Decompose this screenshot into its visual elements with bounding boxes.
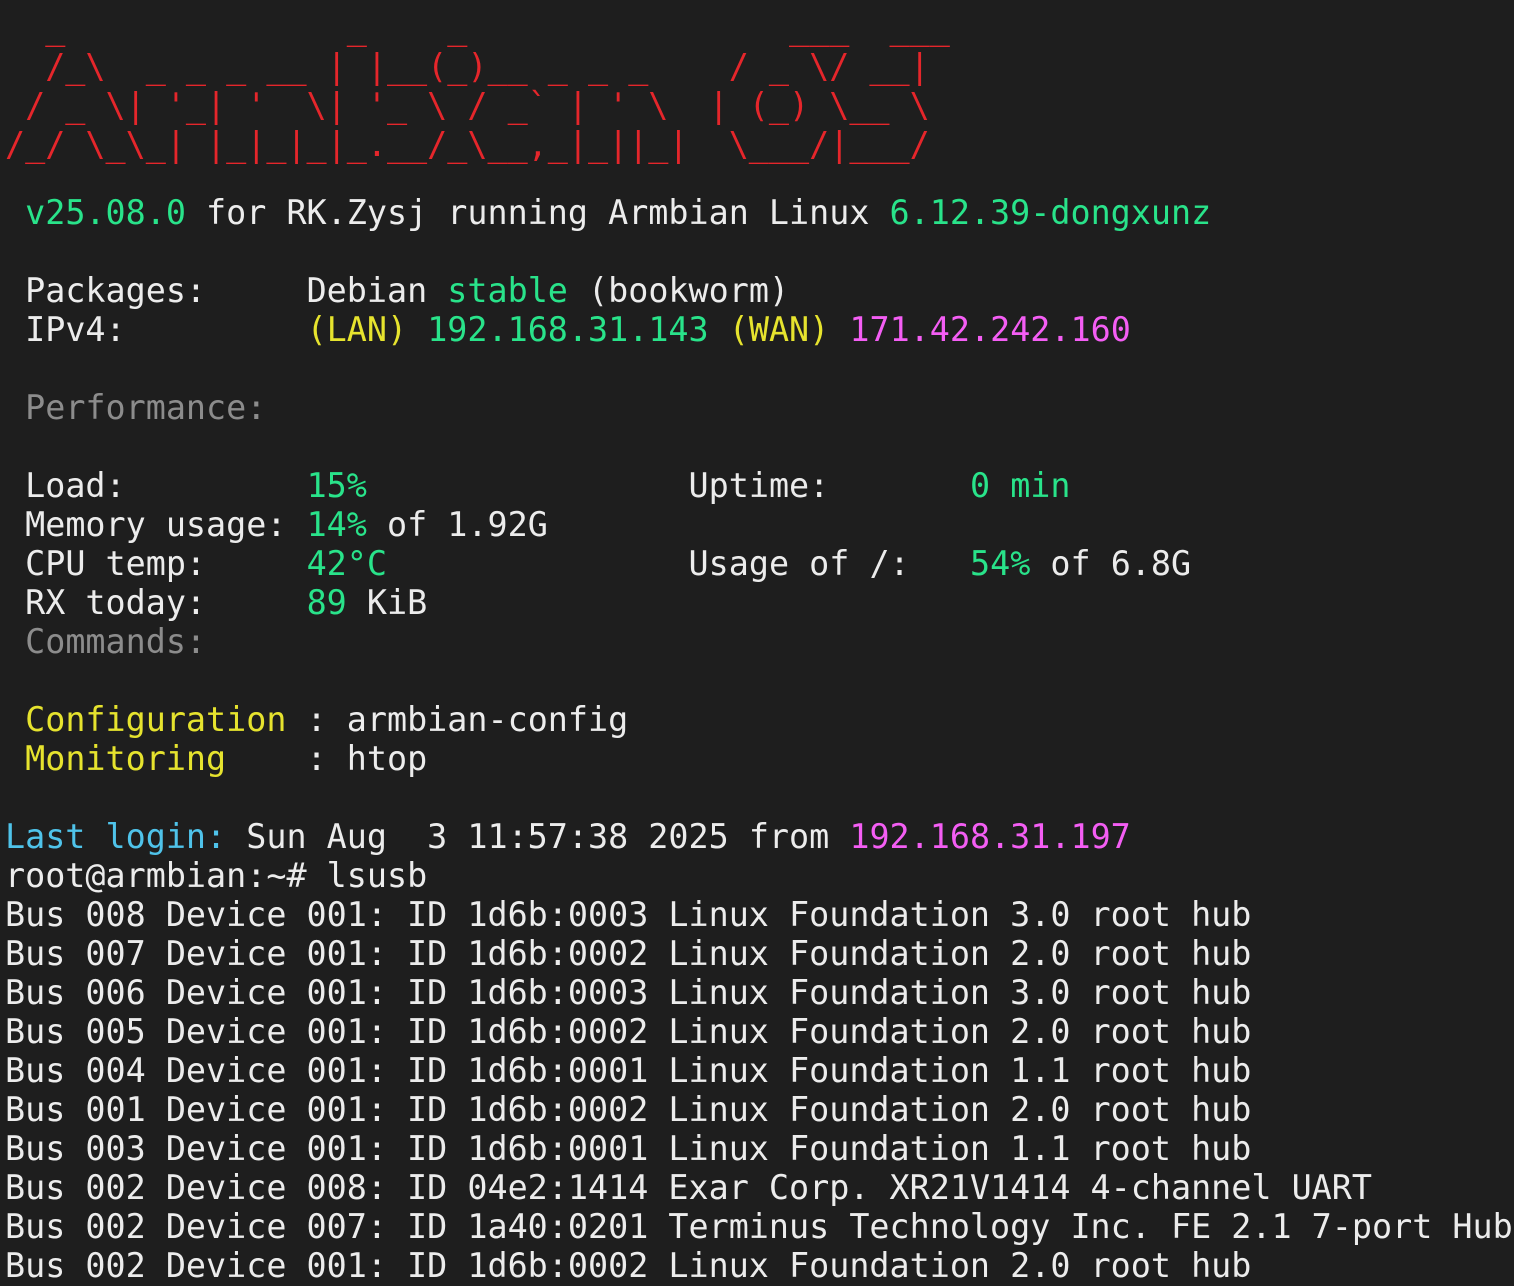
load-value: 15% xyxy=(306,466,367,505)
last-login-label: Last login: xyxy=(5,817,227,856)
cpu-temp-label: CPU temp: xyxy=(25,544,307,583)
shell-prompt: root@armbian:~# xyxy=(5,856,327,895)
usb-device-line: Bus 006 Device 001: ID 1d6b:0003 Linux F… xyxy=(5,973,1252,1012)
packages-line: Packages: Debian stable (bookworm) xyxy=(5,271,789,310)
configuration-command: armbian-config xyxy=(346,700,629,739)
shell-prompt-line[interactable]: root@armbian:~# lsusb xyxy=(5,856,427,895)
monitoring-label: Monitoring xyxy=(25,739,287,778)
configuration-line: Configuration : armbian-config xyxy=(5,700,628,739)
commands-heading: Commands: xyxy=(5,622,206,661)
usb-device-line: Bus 005 Device 001: ID 1d6b:0002 Linux F… xyxy=(5,1012,1252,1051)
wan-ip: 171.42.242.160 xyxy=(849,310,1131,349)
memory-total: of 1.92G xyxy=(366,505,548,544)
packages-label: Packages: xyxy=(25,271,307,310)
disk-usage-value: 54% xyxy=(969,544,1031,583)
load-uptime-line: Load: 15% Uptime: 0 min xyxy=(5,466,1071,505)
usb-device-line: Bus 002 Device 007: ID 1a40:0201 Terminu… xyxy=(5,1207,1513,1246)
wan-tag: (WAN) xyxy=(708,310,850,349)
commands-heading-text: Commands: xyxy=(25,622,207,661)
ipv4-line: IPv4: (LAN) 192.168.31.143 (WAN) 171.42.… xyxy=(5,310,1131,349)
packages-codename: (bookworm) xyxy=(567,271,790,310)
last-login-line: Last login: Sun Aug 3 11:57:38 2025 from… xyxy=(5,817,1131,856)
cpu-disk-line: CPU temp: 42°C Usage of /: 54% of 6.8G xyxy=(5,544,1191,583)
lan-tag: (LAN) xyxy=(306,310,428,349)
packages-dist: Debian xyxy=(306,271,448,310)
rx-label: RX today: xyxy=(25,583,307,622)
usb-device-line: Bus 002 Device 001: ID 1d6b:0002 Linux F… xyxy=(5,1246,1252,1285)
usb-device-line: Bus 007 Device 001: ID 1d6b:0002 Linux F… xyxy=(5,934,1252,973)
kernel-version: 6.12.39-dongxunz xyxy=(889,193,1212,232)
cpu-pad xyxy=(387,544,689,583)
disk-total: of 6.8G xyxy=(1030,544,1192,583)
logo-line: _ _ _ ___ ___ xyxy=(5,8,970,47)
disk-usage-label: Usage of /: xyxy=(688,544,970,583)
version-number: v25.08.0 xyxy=(25,193,186,232)
terminal-window[interactable]: _ _ _ ___ ___ /_\ _ _ _ __ | |__(_)__ _ … xyxy=(5,0,1514,1286)
usb-device-line: Bus 004 Device 001: ID 1d6b:0001 Linux F… xyxy=(5,1051,1252,1090)
last-login-ip: 192.168.31.197 xyxy=(849,817,1131,856)
cpu-temp-value: 42°C xyxy=(306,544,387,583)
memory-label: Memory usage: xyxy=(25,505,307,544)
logo-line: / _ \| '_| ' \| '_ \ / _` | ' \ | (_) \_… xyxy=(5,86,930,125)
monitoring-command: htop xyxy=(346,739,428,778)
lan-ip: 192.168.31.143 xyxy=(427,310,709,349)
version-line: v25.08.0 for RK.Zysj running Armbian Lin… xyxy=(5,193,1211,232)
usb-device-line: Bus 002 Device 008: ID 04e2:1414 Exar Co… xyxy=(5,1168,1372,1207)
monitoring-separator: : xyxy=(286,739,347,778)
configuration-separator: : xyxy=(286,700,347,739)
usb-device-line: Bus 001 Device 001: ID 1d6b:0002 Linux F… xyxy=(5,1090,1252,1129)
uptime-label: Uptime: xyxy=(688,466,970,505)
memory-line: Memory usage: 14% of 1.92G xyxy=(5,505,548,544)
usb-device-line: Bus 003 Device 001: ID 1d6b:0001 Linux F… xyxy=(5,1129,1252,1168)
last-login-time: Sun Aug 3 11:57:38 2025 from xyxy=(226,817,850,856)
logo-line: /_\ _ _ _ __ | |__(_)__ _ _ _ / _ \/ __| xyxy=(5,47,930,86)
rx-value: 89 xyxy=(306,583,347,622)
uptime-value: 0 min xyxy=(969,466,1071,505)
version-description: for RK.Zysj running Armbian Linux xyxy=(185,193,890,232)
performance-heading-text: Performance: xyxy=(25,388,267,427)
load-label: Load: xyxy=(25,466,307,505)
performance-heading: Performance: xyxy=(5,388,266,427)
memory-value: 14% xyxy=(306,505,367,544)
configuration-label: Configuration xyxy=(25,700,287,739)
rx-unit: KiB xyxy=(346,583,428,622)
ipv4-label: IPv4: xyxy=(25,310,307,349)
monitoring-line: Monitoring : htop xyxy=(5,739,427,778)
typed-command: lsusb xyxy=(326,856,428,895)
packages-branch: stable xyxy=(447,271,568,310)
load-pad xyxy=(367,466,689,505)
rx-line: RX today: 89 KiB xyxy=(5,583,427,622)
logo-line: /_/ \_\_| |_|_|_|_.__/_\__,_|_||_| \___/… xyxy=(5,125,930,164)
usb-device-line: Bus 008 Device 001: ID 1d6b:0003 Linux F… xyxy=(5,895,1252,934)
